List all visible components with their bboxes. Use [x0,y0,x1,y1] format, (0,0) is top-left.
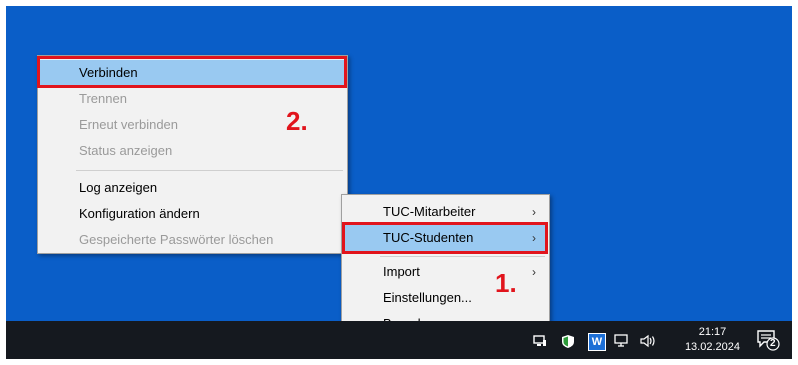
menu-item-label: Status anzeigen [79,143,173,158]
clock-date: 13.02.2024 [684,341,740,353]
menu-item-label: Trennen [79,91,127,106]
taskbar-clock[interactable]: 21:17 13.02.2024 [685,325,740,355]
menu-item-konfiguration-aendern[interactable]: Konfiguration ändern [39,201,346,227]
tray-context-menu: TUC-Mitarbeiter › TUC-Studenten › Import… [341,194,550,342]
menu-item-label: Gespeicherte Passwörter löschen [79,232,274,247]
shield-icon[interactable] [560,333,576,349]
notification-count: 2 [770,338,776,349]
menu-item-tuc-studenten[interactable]: TUC-Studenten › [343,225,548,251]
step-label-2: 2. [286,106,308,136]
desktop: Verbinden Trennen Erneut verbinden Statu… [6,6,792,359]
chevron-right-icon: › [532,231,536,245]
menu-item-label: TUC-Studenten [383,230,474,245]
menu-item-label: Erneut verbinden [79,117,179,132]
menu-item-label: Verbinden [79,65,138,80]
monitor-icon[interactable] [614,333,630,349]
menu-separator [76,170,343,171]
menu-item-status-anzeigen: Status anzeigen [39,138,346,164]
menu-item-import[interactable]: Import › [343,259,548,285]
menu-item-passwoerter-loeschen: Gespeicherte Passwörter löschen [39,227,346,253]
notification-center-icon[interactable]: 2 [756,329,780,351]
menu-item-label: Log anzeigen [79,180,158,195]
speaker-icon[interactable] [638,333,658,349]
taskbar: W 21:17 13.02.2024 2 [6,321,792,359]
menu-item-label: Einstellungen... [383,290,472,305]
chevron-right-icon: › [532,265,536,279]
menu-item-label: Konfiguration ändern [79,206,200,221]
connection-context-menu: Verbinden Trennen Erneut verbinden Statu… [37,55,348,254]
menu-item-einstellungen[interactable]: Einstellungen... [343,285,548,311]
menu-item-label: Import [383,264,420,279]
menu-item-tuc-mitarbeiter[interactable]: TUC-Mitarbeiter › [343,199,548,225]
chevron-right-icon: › [532,205,536,219]
network-computer-icon[interactable] [532,333,548,349]
menu-item-label: TUC-Mitarbeiter [383,204,476,219]
menu-item-verbinden[interactable]: Verbinden [39,60,346,86]
menu-item-log-anzeigen[interactable]: Log anzeigen [39,175,346,201]
menu-separator [380,256,545,257]
clock-time: 21:17 [698,326,727,338]
word-w-icon[interactable]: W [588,333,606,351]
step-label-1: 1. [495,268,517,298]
